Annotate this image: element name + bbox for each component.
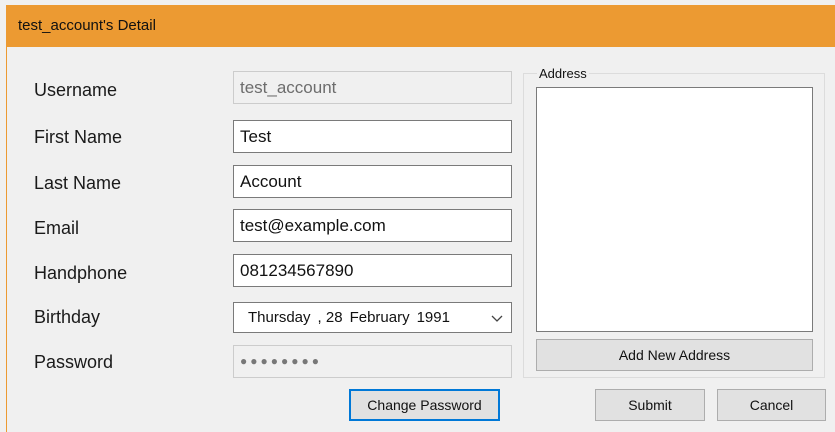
first-name-label: First Name (34, 127, 123, 147)
change-password-button[interactable]: Change Password (349, 389, 500, 421)
username-field: test_account (233, 71, 512, 104)
chevron-down-icon[interactable] (489, 303, 505, 332)
window-title-bar: test_account's Detail (6, 5, 835, 47)
address-list[interactable] (536, 87, 813, 332)
password-field: ●●●●●●●● (233, 345, 512, 378)
email-field[interactable]: test@example.com (233, 209, 512, 242)
email-label: Email (34, 218, 80, 238)
first-name-field[interactable]: Test (233, 120, 512, 153)
cancel-button[interactable]: Cancel (717, 389, 826, 421)
last-name-field[interactable]: Account (233, 165, 512, 198)
handphone-label: Handphone (34, 263, 128, 283)
password-label: Password (34, 352, 114, 372)
username-label: Username (34, 80, 118, 100)
birthday-weekday: Thursday (248, 309, 311, 326)
birthday-month: February (349, 309, 410, 326)
address-group-label: Address (537, 66, 589, 81)
add-new-address-button[interactable]: Add New Address (536, 339, 813, 371)
account-detail-window: test_account's Detail Username First Nam… (0, 0, 835, 432)
last-name-label: Last Name (34, 173, 122, 193)
birthday-year: 1991 (416, 309, 450, 326)
birthday-date-picker[interactable]: Thursday , 28 February 1991 (233, 302, 512, 333)
birthday-day: , 28 (317, 309, 343, 326)
window-title: test_account's Detail (18, 17, 156, 34)
submit-button[interactable]: Submit (595, 389, 705, 421)
birthday-label: Birthday (34, 307, 101, 327)
handphone-field[interactable]: 081234567890 (233, 254, 512, 287)
